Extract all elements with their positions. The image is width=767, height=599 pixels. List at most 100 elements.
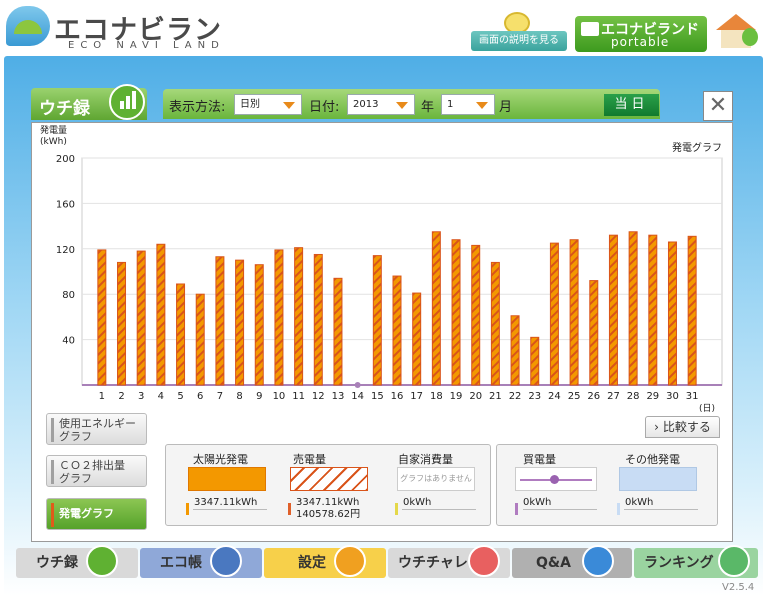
y-axis-title: 発電量 (kWh) xyxy=(40,126,67,148)
bar-chart-icon xyxy=(86,545,118,577)
x-tick-label: 29 xyxy=(646,391,659,402)
nav-ranking[interactable]: ランキング xyxy=(634,545,758,578)
question-icon xyxy=(582,545,614,577)
date-label: 日付: xyxy=(309,100,340,115)
x-tick-label: 28 xyxy=(627,391,640,402)
co2-emission-graph-button[interactable]: ＣＯ２排出量 グラフ xyxy=(46,455,147,487)
bar-day-11[interactable] xyxy=(294,247,304,386)
bar-day-12[interactable] xyxy=(313,253,323,386)
bar-day-10[interactable] xyxy=(274,249,284,386)
other-generation-swatch xyxy=(619,467,697,491)
display-method-select[interactable]: 日別 xyxy=(234,94,302,115)
other-generation-value: 0kWh xyxy=(625,497,654,508)
home-icon[interactable] xyxy=(714,14,758,52)
solar-label: 太陽光発電 xyxy=(193,453,248,466)
generation-graph-label: 発電グラフ xyxy=(59,507,114,520)
x-tick-label: 24 xyxy=(548,391,561,402)
year-select[interactable]: 2013 xyxy=(347,94,415,115)
crown-icon xyxy=(718,545,750,577)
portable-device-icon xyxy=(581,22,599,36)
bar-day-23[interactable] xyxy=(530,336,540,386)
bar-day-28[interactable] xyxy=(628,231,638,386)
x-tick-label: 22 xyxy=(509,391,522,402)
bar-day-26[interactable] xyxy=(589,280,599,386)
energy-usage-graph-button[interactable]: 使用エネルギー グラフ xyxy=(46,413,147,445)
bar-day-27[interactable] xyxy=(608,234,618,386)
nav-settings[interactable]: 設定 xyxy=(264,545,386,578)
self-consumption-label: 自家消費量 xyxy=(398,453,453,466)
bought-marker xyxy=(515,503,518,515)
chevron-right-icon: › xyxy=(654,420,659,434)
bar-day-15[interactable] xyxy=(372,255,382,386)
bar-day-21[interactable] xyxy=(490,261,500,386)
close-button[interactable]: ✕ xyxy=(703,91,733,121)
nav-uchichare-label: ウチチャレ xyxy=(398,555,468,571)
x-tick-label: 18 xyxy=(430,391,443,402)
today-button[interactable]: 当日 xyxy=(604,94,659,116)
bar-day-6[interactable] xyxy=(195,293,205,386)
bar-day-13[interactable] xyxy=(333,277,343,386)
bar-day-9[interactable] xyxy=(254,264,264,386)
bar-day-30[interactable] xyxy=(667,241,677,386)
compare-button[interactable]: › 比較する xyxy=(645,416,720,438)
tab-uchiroku[interactable]: ウチ録 xyxy=(31,84,147,120)
x-tick-label: 25 xyxy=(568,391,581,402)
bar-day-20[interactable] xyxy=(471,244,481,386)
month-select[interactable]: 1 xyxy=(441,94,495,115)
co2-line1: ＣＯ２排出量 xyxy=(59,459,125,472)
bar-day-24[interactable] xyxy=(549,242,559,386)
nav-ecocho-label: エコ帳 xyxy=(160,555,202,571)
bar-day-16[interactable] xyxy=(392,275,402,386)
nav-ecocho[interactable]: エコ帳 xyxy=(140,545,262,578)
portable-button[interactable]: エコナビランド portable xyxy=(575,16,707,52)
generation-legend: 太陽光発電 3347.11kWh 売電量 3347.11kWh 140578.6… xyxy=(165,444,491,526)
bar-day-29[interactable] xyxy=(648,234,658,386)
sold-label: 売電量 xyxy=(293,453,326,466)
nav-qa-label: Q&A xyxy=(536,555,571,571)
x-tick-label: 23 xyxy=(528,391,541,402)
generation-graph-button[interactable]: 発電グラフ xyxy=(46,498,147,530)
bar-day-17[interactable] xyxy=(412,292,422,386)
x-tick-label: 11 xyxy=(292,391,305,402)
solar-marker xyxy=(186,503,189,515)
energy-usage-line1: 使用エネルギー xyxy=(59,417,136,430)
screen-help-button[interactable]: 画面の説明を見る xyxy=(471,31,567,51)
flag-icon xyxy=(468,545,500,577)
nav-uchiroku[interactable]: ウチ録 xyxy=(16,545,138,578)
bar-day-19[interactable] xyxy=(451,239,461,386)
self-consumption-value: 0kWh xyxy=(403,497,432,508)
nav-ranking-label: ランキング xyxy=(644,555,714,571)
bar-day-5[interactable] xyxy=(176,283,186,386)
bought-value: 0kWh xyxy=(523,497,552,508)
other-generation-label: その他発電 xyxy=(625,453,680,466)
sold-yen: 140578.62円 xyxy=(296,509,361,520)
nav-qa[interactable]: Q&A xyxy=(512,545,632,578)
x-tick-label: 7 xyxy=(217,391,223,402)
bar-day-1[interactable] xyxy=(97,249,107,386)
sold-marker xyxy=(288,503,291,515)
generation-bar-chart: 40801201602001 2 3 4 5 6 7 8 9 10 11 12 13 14 15 16 17 18… xyxy=(56,154,723,402)
nav-settings-label: 設定 xyxy=(298,555,326,571)
x-tick-label: 26 xyxy=(587,391,600,402)
bar-day-3[interactable] xyxy=(136,250,146,386)
bar-day-18[interactable] xyxy=(431,231,441,386)
nav-uchichare[interactable]: ウチチャレ xyxy=(388,545,510,578)
self-consumption-note: グラフはありません xyxy=(397,467,475,491)
y-axis-label: 発電量 xyxy=(40,126,68,136)
y-tick-label: 160 xyxy=(56,199,75,210)
eco-navi-land-logo: エコナビランド ECO NAVI LAND xyxy=(6,4,246,85)
bar-day-2[interactable] xyxy=(117,261,127,386)
display-method-label: 表示方法: xyxy=(169,100,226,115)
self-marker xyxy=(395,503,398,515)
x-tick-label: 30 xyxy=(666,391,679,402)
portable-subtitle: portable xyxy=(611,35,670,49)
month-label: 月 xyxy=(499,100,513,115)
version-label: V2.5.4 xyxy=(722,582,755,593)
bar-day-22[interactable] xyxy=(510,315,520,386)
bar-day-25[interactable] xyxy=(569,239,579,386)
bar-day-31[interactable] xyxy=(687,235,697,386)
bar-day-8[interactable] xyxy=(235,259,245,386)
x-tick-label: 12 xyxy=(312,391,325,402)
bar-day-4[interactable] xyxy=(156,243,166,386)
bar-day-7[interactable] xyxy=(215,256,225,386)
